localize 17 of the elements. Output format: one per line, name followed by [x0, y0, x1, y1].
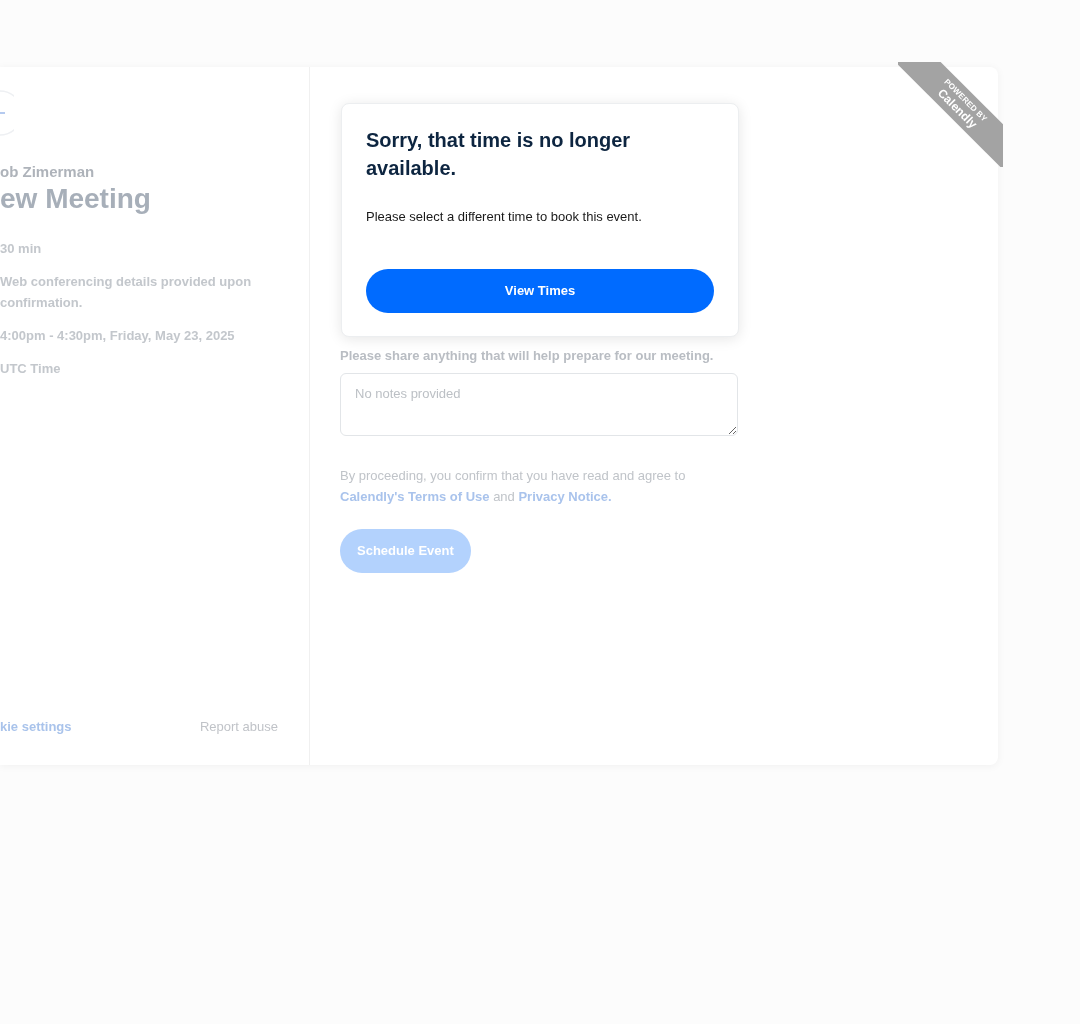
dialog-message: Please select a different time to book this event.	[366, 208, 643, 226]
organizer-name: ob Zimerman	[0, 162, 95, 182]
footer-link[interactable]: Report abuse	[199, 717, 278, 737]
notes-label: Please share anything that will help prepare for our meeting.	[340, 347, 714, 365]
footer-link[interactable]: kie settings	[0, 717, 72, 737]
dialog-title: Sorry, that time is no longer available.	[366, 128, 632, 181]
event-detail: 4:00pm - 4:30pm, Friday, May 23, 2025	[0, 327, 235, 345]
consent-text: By proceeding, you confirm that you have read and agree to Calendly's Terms of Use and Privacy Notice.	[340, 467, 687, 506]
back-button[interactable]	[0, 90, 14, 136]
event-title: ew Meeting	[0, 182, 151, 216]
notes-field[interactable]: No notes provided	[340, 373, 738, 436]
event-detail: Web conferencing details provided upon confirmation.	[0, 273, 253, 312]
terms-link[interactable]: Calendly's Terms of Use	[340, 489, 490, 504]
view-times-button[interactable]: View Times	[366, 269, 714, 313]
event-detail: 30 min	[0, 240, 42, 258]
event-detail: UTC Time	[0, 360, 61, 378]
privacy-link[interactable]: Privacy Notice.	[518, 489, 612, 504]
